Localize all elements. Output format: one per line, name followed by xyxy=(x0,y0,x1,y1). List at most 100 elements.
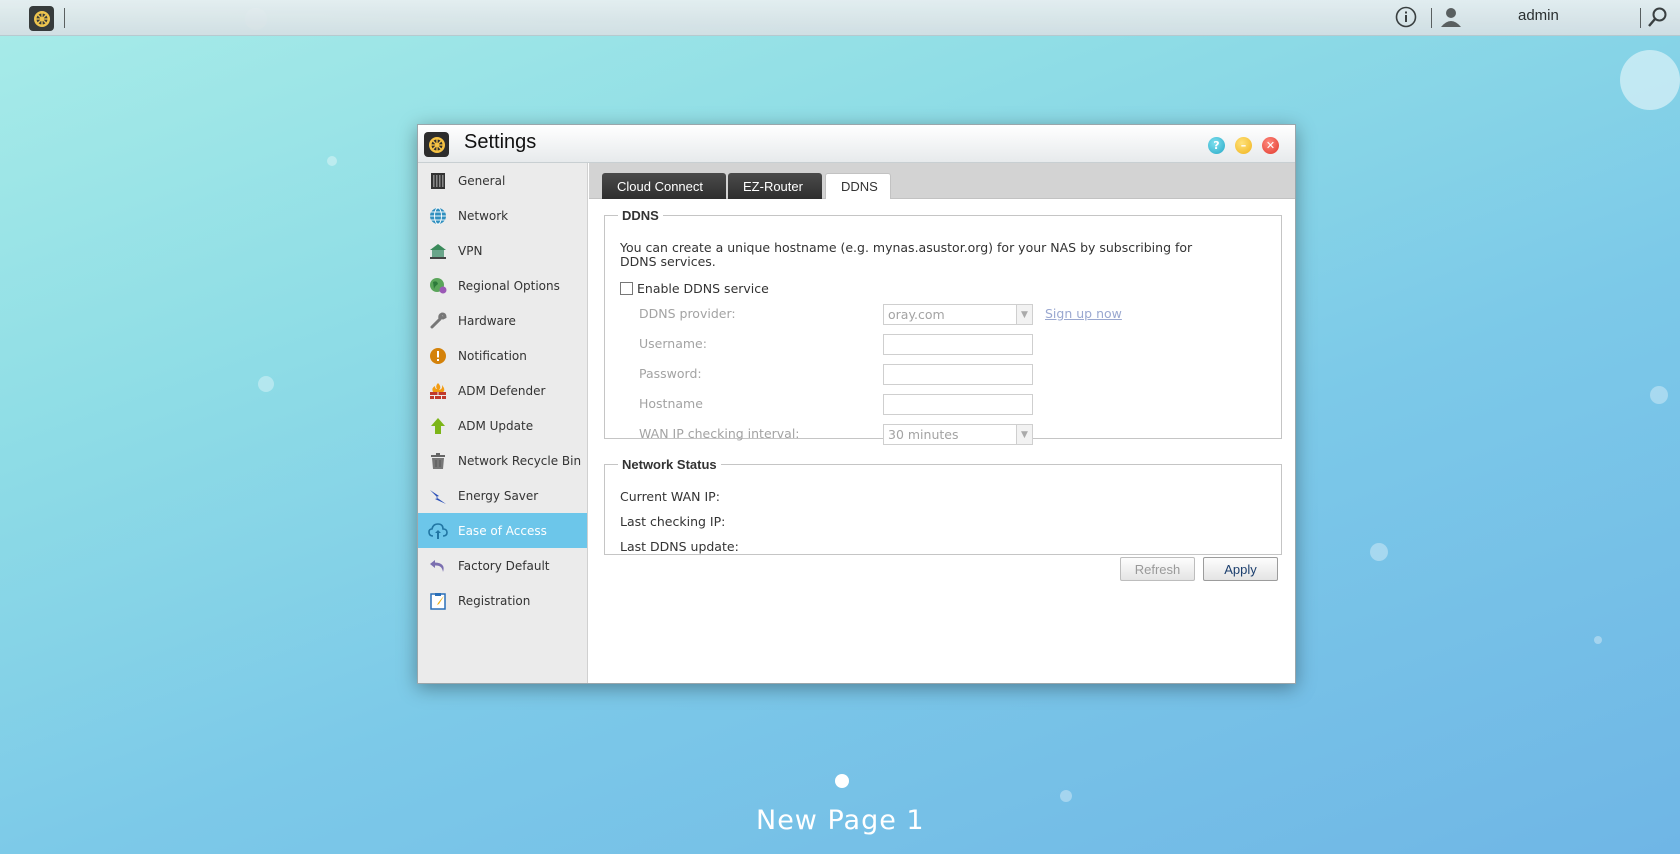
nas-icon xyxy=(428,171,448,191)
sidebar-item-ease-of-access[interactable]: Ease of Access xyxy=(418,513,587,548)
tab-ez-router[interactable]: EZ-Router xyxy=(728,173,822,199)
window-titlebar[interactable]: Settings ? – ✕ xyxy=(418,125,1295,163)
sidebar-item-vpn[interactable]: VPN xyxy=(418,233,587,268)
sidebar-item-label: ADM Update xyxy=(458,418,534,433)
help-button[interactable]: ? xyxy=(1208,137,1225,154)
ddns-section: DDNS You can create a unique hostname (e… xyxy=(604,208,1282,445)
sidebar-item-label: Ease of Access xyxy=(458,523,547,538)
sidebar-item-label: Energy Saver xyxy=(458,488,539,503)
firewall-icon xyxy=(428,381,448,401)
sidebar-item-label: Factory Default xyxy=(458,558,550,573)
help-icon: ? xyxy=(1213,139,1220,152)
settings-app-button[interactable] xyxy=(29,6,54,31)
refresh-button[interactable]: Refresh xyxy=(1120,557,1195,581)
sidebar-item-regional-options[interactable]: Regional Options xyxy=(418,268,587,303)
apply-button[interactable]: Apply xyxy=(1203,557,1278,581)
user-icon[interactable] xyxy=(1438,4,1464,30)
sidebar-item-label: Notification xyxy=(458,348,527,363)
enable-ddns-row[interactable]: Enable DDNS service xyxy=(620,281,769,296)
hostname-label: Hostname xyxy=(639,396,703,411)
wan-interval-label: WAN IP checking interval: xyxy=(639,426,800,441)
sidebar-item-energy-saver[interactable]: Energy Saver xyxy=(418,478,587,513)
ddns-provider-value: oray.com xyxy=(888,307,945,322)
window-title: Settings xyxy=(464,131,537,153)
sidebar-item-adm-update[interactable]: ADM Update xyxy=(418,408,587,443)
cloud-upload-icon xyxy=(428,521,448,541)
network-status-legend: Network Status xyxy=(622,457,717,472)
close-icon: ✕ xyxy=(1265,139,1276,152)
bokeh-decoration xyxy=(327,156,337,166)
sidebar-item-label: Registration xyxy=(458,593,531,608)
taskbar-divider xyxy=(64,8,65,28)
username-field[interactable] xyxy=(883,334,1033,355)
sidebar-item-general[interactable]: General xyxy=(418,163,587,198)
bokeh-decoration xyxy=(1370,543,1388,561)
settings-content: Cloud Connect EZ-Router DDNS DDNS You ca… xyxy=(589,163,1295,683)
sidebar-item-label: Network xyxy=(458,208,509,223)
trash-icon xyxy=(428,451,448,471)
sidebar-item-label: Hardware xyxy=(458,313,516,328)
ddns-provider-select[interactable]: oray.com ▼ xyxy=(883,304,1033,325)
taskbar-divider xyxy=(1431,8,1432,28)
sign-up-link[interactable]: Sign up now xyxy=(1045,306,1122,321)
chevron-down-icon: ▼ xyxy=(1016,425,1032,444)
settings-wheel-icon xyxy=(33,10,50,27)
taskbar-divider xyxy=(1640,8,1641,28)
bokeh-decoration xyxy=(1620,50,1680,110)
last-ddns-update-label: Last DDNS update: xyxy=(620,539,739,554)
sidebar-item-label: VPN xyxy=(458,243,483,258)
sidebar-item-label: General xyxy=(458,173,506,188)
wan-interval-value: 30 minutes xyxy=(888,427,959,442)
sidebar-item-label: Regional Options xyxy=(458,278,560,293)
bokeh-decoration xyxy=(1594,636,1602,644)
bokeh-decoration xyxy=(1650,386,1668,404)
up-arrow-icon xyxy=(428,416,448,436)
info-icon[interactable] xyxy=(1393,4,1419,30)
desktop-page-label: New Page 1 xyxy=(756,805,925,836)
enable-ddns-checkbox[interactable] xyxy=(620,282,633,295)
hostname-field[interactable] xyxy=(883,394,1033,415)
wan-interval-select[interactable]: 30 minutes ▼ xyxy=(883,424,1033,445)
current-wan-ip-label: Current WAN IP: xyxy=(620,489,720,504)
ddns-description: You can create a unique hostname (e.g. m… xyxy=(620,240,1193,269)
last-checking-ip-label: Last checking IP: xyxy=(620,514,726,529)
tab-ddns[interactable]: DDNS xyxy=(825,173,891,199)
ddns-section-legend: DDNS xyxy=(622,208,659,223)
sidebar-item-label: ADM Defender xyxy=(458,383,546,398)
bokeh-decoration xyxy=(1060,790,1072,802)
enable-ddns-label: Enable DDNS service xyxy=(637,281,769,296)
sidebar-item-network-recycle-bin[interactable]: Network Recycle Bin xyxy=(418,443,587,478)
sidebar-item-notification[interactable]: Notification xyxy=(418,338,587,373)
sidebar-item-registration[interactable]: Registration xyxy=(418,583,587,618)
alert-icon xyxy=(428,346,448,366)
network-status-section: Network Status Current WAN IP: Last chec… xyxy=(604,457,1282,555)
ddns-provider-label: DDNS provider: xyxy=(639,306,736,321)
lightning-icon xyxy=(428,486,448,506)
page-indicator-dot[interactable] xyxy=(835,774,849,788)
minimize-icon: – xyxy=(1240,139,1247,152)
search-icon[interactable] xyxy=(1645,4,1671,30)
sidebar-item-adm-defender[interactable]: ADM Defender xyxy=(418,373,587,408)
settings-sidebar: General Network VPN Regional Options Har… xyxy=(418,163,588,683)
clipboard-icon xyxy=(428,591,448,611)
minimize-button[interactable]: – xyxy=(1235,137,1252,154)
sidebar-item-hardware[interactable]: Hardware xyxy=(418,303,587,338)
taskbar: admin xyxy=(0,0,1680,36)
username-label[interactable]: admin xyxy=(1518,7,1559,24)
vpn-house-icon xyxy=(428,241,448,261)
password-field[interactable] xyxy=(883,364,1033,385)
undo-icon xyxy=(428,556,448,576)
wrench-icon xyxy=(428,311,448,331)
username-label: Username: xyxy=(639,336,707,351)
tab-cloud-connect[interactable]: Cloud Connect xyxy=(602,173,726,199)
tab-bar: Cloud Connect EZ-Router DDNS xyxy=(589,163,1295,199)
settings-window: Settings ? – ✕ General Network VPN Regio… xyxy=(417,124,1296,684)
password-label: Password: xyxy=(639,366,702,381)
region-globe-icon xyxy=(428,276,448,296)
globe-icon xyxy=(428,206,448,226)
sidebar-item-label: Network Recycle Bin xyxy=(458,453,582,468)
settings-wheel-icon xyxy=(424,132,449,157)
sidebar-item-network[interactable]: Network xyxy=(418,198,587,233)
sidebar-item-factory-default[interactable]: Factory Default xyxy=(418,548,587,583)
close-button[interactable]: ✕ xyxy=(1262,137,1279,154)
